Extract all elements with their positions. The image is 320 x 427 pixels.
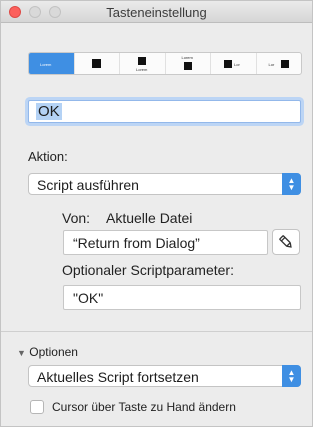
style-option-label: Lor (268, 62, 275, 67)
pencil-icon (279, 235, 292, 248)
square-icon (280, 60, 289, 68)
style-option-text-above-icon[interactable]: Lorem (166, 53, 211, 74)
action-label: Aktion: (28, 149, 68, 164)
button-setup-dialog: Tasteneinstellung Lorem Lorem Lorem Lor … (0, 0, 313, 427)
updown-chevron-icon: ▲ ▼ (282, 365, 301, 387)
script-parameter-value: "OK" (73, 290, 104, 306)
button-title-value: OK (36, 103, 62, 120)
script-source-prefix: Von: (62, 210, 91, 226)
section-divider (1, 331, 312, 332)
disclosure-triangle-icon: ▼ (17, 348, 26, 358)
style-option-text-only[interactable]: Lorem (29, 53, 75, 74)
specify-script-button[interactable] (272, 229, 300, 255)
options-label: Optionen (29, 345, 78, 359)
title-bar: Tasteneinstellung (1, 1, 312, 23)
updown-chevron-icon: ▲ ▼ (282, 173, 301, 195)
script-name-field[interactable]: “Return from Dialog” (63, 230, 268, 255)
script-source-value: Aktuelle Datei (106, 210, 193, 226)
change-cursor-label: Cursor über Taste zu Hand ändern (52, 400, 236, 414)
change-cursor-checkbox[interactable] (30, 400, 44, 414)
style-option-icon-only[interactable] (75, 53, 120, 74)
style-option-label: Lorem (181, 55, 193, 60)
style-option-icon-above-text[interactable]: Lorem (120, 53, 166, 74)
style-option-icon-left-of-text[interactable]: Lor (211, 53, 257, 74)
script-parameter-label: Optionaler Scriptparameter: (62, 262, 234, 278)
style-option-label: Lor (234, 62, 240, 67)
action-popup[interactable]: Script ausführen ▲ ▼ (28, 173, 301, 195)
script-parameter-input[interactable]: "OK" (63, 285, 301, 310)
script-name-value: “Return from Dialog” (73, 235, 200, 251)
options-popup-value: Aktuelles Script fortsetzen (37, 369, 199, 385)
style-option-text-left-of-icon[interactable]: Lor (257, 53, 302, 74)
options-popup[interactable]: Aktuelles Script fortsetzen ▲ ▼ (28, 365, 301, 387)
square-icon (91, 59, 101, 68)
square-icon (138, 57, 146, 65)
action-popup-value: Script ausführen (37, 177, 139, 193)
window-title: Tasteneinstellung (106, 5, 207, 20)
options-disclosure[interactable]: ▼ Optionen (17, 345, 78, 359)
style-option-label: Lorem (136, 67, 148, 72)
square-icon (183, 62, 192, 70)
style-option-label: Lorem (40, 62, 52, 67)
square-icon (224, 60, 232, 68)
button-style-selector: Lorem Lorem Lorem Lor Lor (28, 52, 302, 75)
button-title-input[interactable]: OK (28, 100, 301, 123)
